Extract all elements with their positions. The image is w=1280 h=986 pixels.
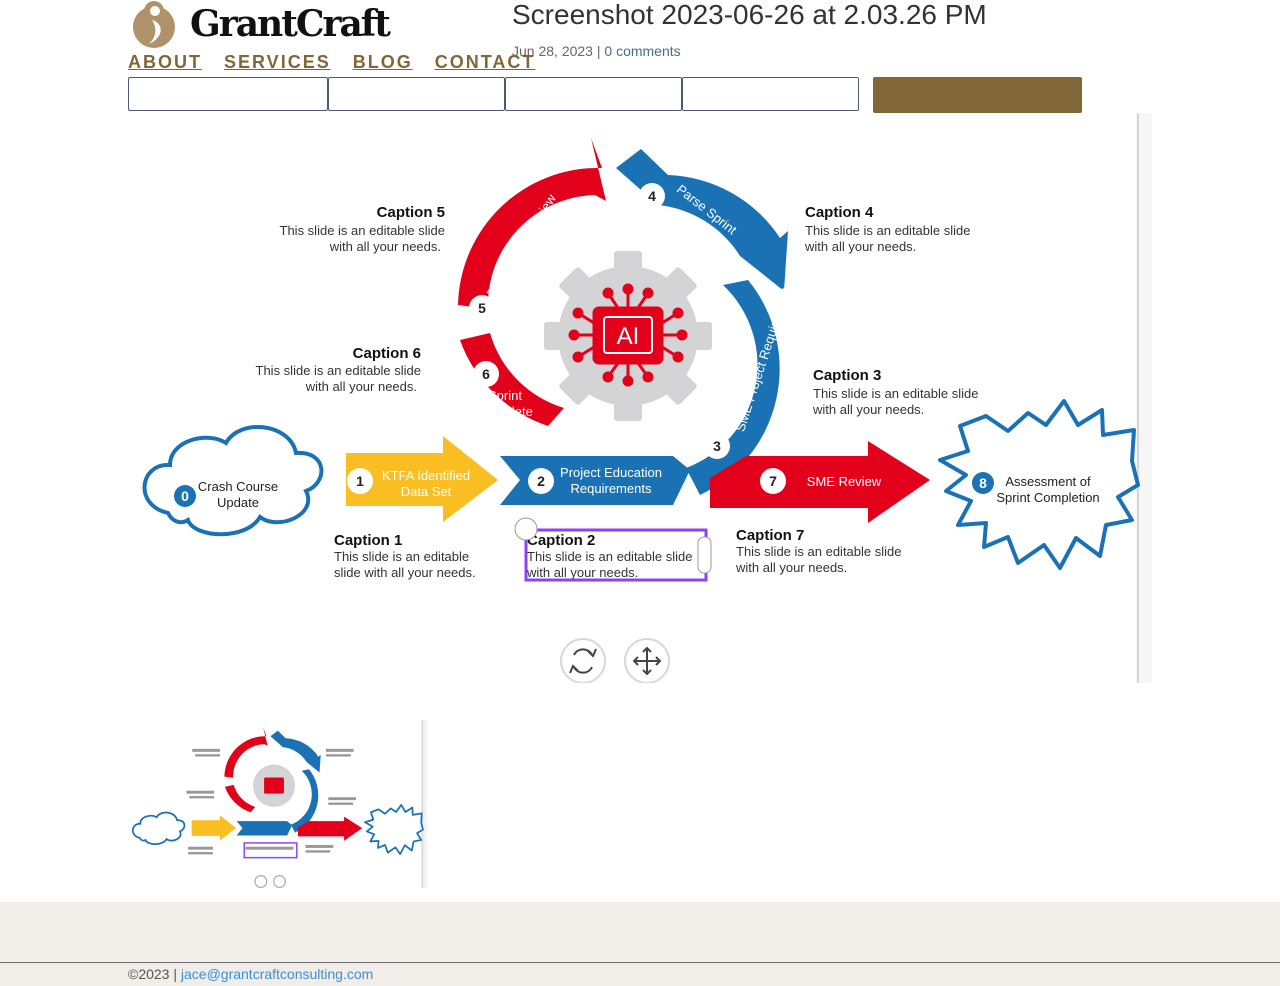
footer-text: ©2023 | jace@grantcraftconsulting.com — [128, 966, 373, 982]
post-date: Jun 28, 2023 — [512, 43, 593, 59]
nav-about[interactable]: ABOUT — [128, 50, 202, 74]
form-field-1[interactable] — [128, 77, 328, 111]
nav-services[interactable]: SERVICES — [224, 50, 331, 74]
step-0-label-line-1: Crash Course — [198, 479, 278, 494]
form-field-3[interactable] — [505, 77, 682, 111]
resize-handle[interactable] — [697, 536, 712, 574]
caption-7-line-2: with all your needs. — [735, 560, 847, 575]
step-7-label: SME Review — [807, 474, 882, 489]
step-8-number: 8 — [979, 475, 987, 491]
caption-1-line-2: slide with all your needs. — [334, 565, 476, 580]
meta-separator: | — [596, 43, 601, 59]
caption-5-line-1: This slide is an editable slide — [280, 223, 445, 238]
caption-5-title: Caption 5 — [377, 204, 445, 221]
copyright: ©2023 — [128, 966, 170, 982]
caption-6-line-2: with all your needs. — [305, 379, 417, 394]
post-meta: Jun 28, 2023 | 0 comments — [512, 43, 681, 59]
caption-1-line-1: This slide is an editable — [334, 549, 469, 564]
subscribe-form — [128, 77, 859, 111]
caption-6-line-1: This slide is an editable slide — [256, 363, 421, 378]
step-4-number: 4 — [648, 188, 656, 204]
center-label: AI — [617, 323, 640, 350]
main-nav: ABOUT SERVICES BLOG CONTACT — [128, 50, 557, 74]
caption-4-title: Caption 4 — [805, 204, 874, 221]
form-field-2[interactable] — [328, 77, 505, 111]
caption-4-line-2: with all your needs. — [804, 239, 916, 254]
step-0-label-line-2: Update — [217, 495, 259, 510]
step-8-label-line-2: Sprint Completion — [996, 490, 1099, 505]
caption-7-title: Caption 7 — [736, 527, 804, 544]
submit-button[interactable] — [873, 77, 1082, 113]
image-thumbnail[interactable] — [128, 720, 427, 888]
post-title: Screenshot 2023-06-26 at 2.03.26 PM — [512, 0, 987, 30]
email-link[interactable]: jace@grantcraftconsulting.com — [181, 966, 373, 982]
step-2-label-line-1: Project Education — [560, 465, 662, 480]
step-1-label-line-2: Data Set — [401, 484, 452, 499]
step-6-label-line-1: Sprint — [488, 388, 522, 403]
caption-2-title: Caption 2 — [527, 532, 595, 549]
caption-7-line-1: This slide is an editable slide — [736, 544, 901, 559]
caption-3-line-2: with all your needs. — [812, 402, 924, 417]
grantcraft-logo-icon — [133, 1, 175, 48]
move-icon[interactable] — [624, 638, 670, 683]
caption-5-line-2: with all your needs. — [329, 239, 441, 254]
step-1-number: 1 — [356, 473, 364, 489]
thumbnail-diagram — [128, 720, 427, 888]
caption-6-title: Caption 6 — [353, 345, 421, 362]
step-5-number: 5 — [478, 300, 486, 316]
ai-process-diagram: AI 0 1 2 3 4 5 6 7 8 Crash Course Update… — [128, 113, 1152, 683]
step-3-number: 3 — [713, 438, 721, 454]
footer-divider — [0, 962, 1280, 963]
form-field-4[interactable] — [682, 77, 859, 111]
footer-separator: | — [173, 966, 177, 982]
caption-3-line-1: This slide is an editable slide — [813, 386, 978, 401]
step-2-label-line-2: Requirements — [571, 481, 652, 496]
step-7-number: 7 — [769, 473, 777, 489]
step-0-number: 0 — [181, 488, 189, 504]
caption-3-title: Caption 3 — [813, 367, 881, 384]
caption-2-line-2: with all your needs. — [526, 565, 638, 580]
attachment-image[interactable]: AI 0 1 2 3 4 5 6 7 8 Crash Course Update… — [128, 113, 1152, 683]
nav-blog[interactable]: BLOG — [353, 50, 413, 74]
caption-4-line-1: This slide is an editable slide — [805, 223, 970, 238]
brand-name: GrantCraft — [190, 3, 391, 45]
caption-1-title: Caption 1 — [334, 532, 402, 549]
step-6-number: 6 — [482, 366, 490, 382]
comments-link[interactable]: 0 comments — [604, 43, 680, 59]
step-8-label-line-1: Assessment of — [1005, 474, 1091, 489]
site-logo[interactable]: GrantCraft — [128, 0, 391, 48]
caption-2-line-1: This slide is an editable slide — [527, 549, 692, 564]
step-2-number: 2 — [537, 473, 545, 489]
step-1-label-line-1: KTFA Identified — [382, 468, 470, 483]
rotate-icon[interactable] — [560, 638, 606, 683]
step-6-label-line-2: Complete — [477, 404, 533, 419]
